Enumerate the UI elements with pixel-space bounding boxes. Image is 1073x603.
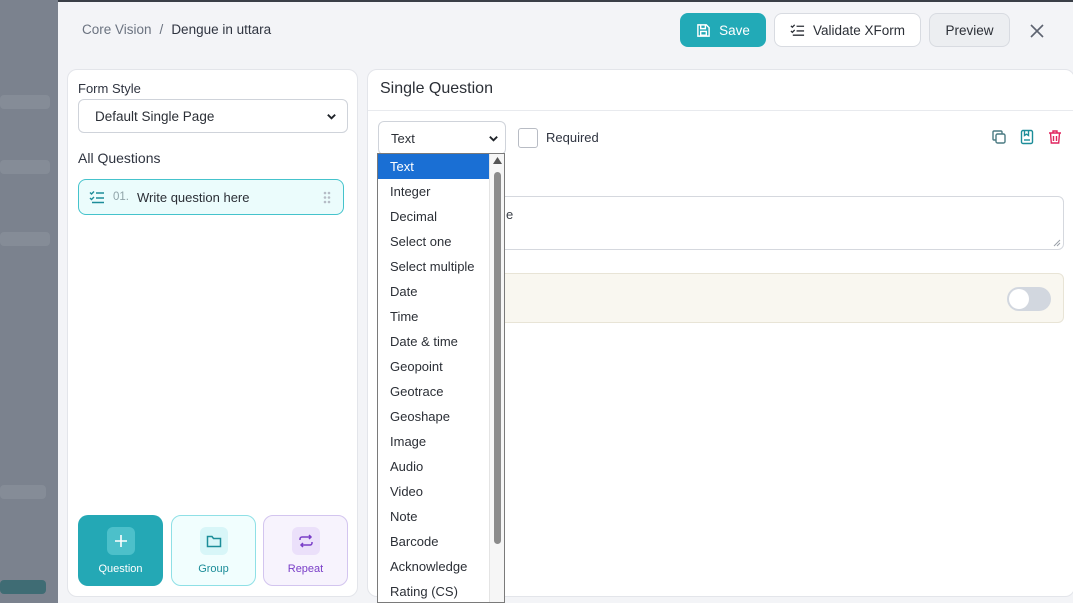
panel-title: Single Question — [380, 80, 493, 97]
backdrop-blur-row — [0, 485, 46, 499]
breadcrumb-parent[interactable]: Core Vision — [82, 22, 152, 37]
add-question-label: Question — [98, 562, 143, 575]
validate-xform-button[interactable]: Validate XForm — [774, 13, 921, 47]
dropdown-option[interactable]: Image — [378, 429, 490, 454]
question-list-item[interactable]: 01. Write question here — [78, 179, 344, 215]
trash-icon[interactable] — [1047, 129, 1063, 145]
checklist-icon — [790, 24, 805, 36]
dropdown-scrollbar[interactable] — [489, 154, 504, 602]
chevron-down-icon — [327, 114, 336, 120]
chevron-down-icon — [489, 136, 498, 142]
resize-handle-icon[interactable] — [1053, 239, 1061, 247]
dropdown-options: Text Integer Decimal Select one Select multi… — [378, 154, 504, 602]
dropdown-option[interactable]: Select one — [378, 229, 490, 254]
folder-icon — [199, 526, 228, 555]
close-icon[interactable] — [1026, 20, 1048, 42]
dropdown-option[interactable]: Audio — [378, 454, 490, 479]
question-type-select[interactable]: Text — [378, 121, 506, 155]
dropdown-option[interactable]: Date & time — [378, 329, 490, 354]
toggle-switch[interactable] — [1007, 287, 1051, 311]
divider — [368, 110, 1073, 111]
dropdown-option[interactable]: Barcode — [378, 529, 490, 554]
add-group-button[interactable]: Group — [171, 515, 256, 586]
backdrop-blur-row — [0, 580, 46, 594]
dropdown-option[interactable]: Video — [378, 479, 490, 504]
scrollbar-thumb[interactable] — [494, 172, 501, 544]
copy-icon[interactable] — [991, 129, 1007, 145]
dropdown-option[interactable]: Time — [378, 304, 490, 329]
required-checkbox[interactable] — [518, 128, 538, 148]
checklist-icon — [89, 191, 104, 204]
add-repeat-button[interactable]: Repeat — [263, 515, 348, 586]
question-type-value: Text — [391, 130, 415, 146]
backdrop-blur-row — [0, 232, 50, 246]
dropdown-option[interactable]: Acknowledge — [378, 554, 490, 579]
toggle-knob — [1009, 289, 1029, 309]
save-button[interactable]: Save — [680, 13, 766, 47]
validate-label: Validate XForm — [812, 22, 906, 38]
breadcrumb-separator: / — [159, 22, 164, 37]
save-icon[interactable] — [1019, 129, 1035, 145]
breadcrumb: Core Vision / Dengue in uttara — [82, 22, 271, 37]
background-overlay[interactable] — [0, 0, 58, 603]
form-builder-modal: Core Vision / Dengue in uttara Save Vali… — [58, 0, 1073, 603]
backdrop-blur-row — [0, 160, 50, 174]
dropdown-option[interactable]: Geoshape — [378, 404, 490, 429]
add-group-label: Group — [198, 562, 229, 575]
form-style-select[interactable]: Default Single Page — [78, 99, 348, 133]
question-number: 01. — [113, 191, 129, 203]
form-style-value: Default Single Page — [95, 108, 215, 124]
question-text: Write question here — [137, 189, 250, 205]
form-style-label: Form Style — [78, 81, 141, 96]
add-question-button[interactable]: Question — [78, 515, 163, 586]
dropdown-option[interactable]: Decimal — [378, 204, 490, 229]
preview-button[interactable]: Preview — [929, 13, 1010, 47]
all-questions-label: All Questions — [78, 150, 161, 166]
backdrop-blur-row — [0, 95, 50, 109]
dropdown-option[interactable]: Note — [378, 504, 490, 529]
save-icon — [697, 23, 710, 37]
required-label: Required — [546, 130, 599, 145]
save-label: Save — [719, 22, 750, 38]
repeat-icon — [291, 526, 320, 555]
scroll-up-arrow-icon[interactable] — [493, 157, 502, 164]
modal-header: Core Vision / Dengue in uttara Save Vali… — [58, 2, 1073, 60]
drag-handle-icon[interactable] — [323, 191, 331, 204]
add-repeat-label: Repeat — [287, 562, 324, 575]
breadcrumb-current: Dengue in uttara — [171, 22, 272, 37]
question-type-dropdown[interactable]: Text Integer Decimal Select one Select multi… — [377, 153, 505, 603]
dropdown-option[interactable]: Select multiple — [378, 254, 490, 279]
dropdown-option[interactable]: Text — [378, 154, 490, 179]
dropdown-option[interactable]: Geotrace — [378, 379, 490, 404]
dropdown-option[interactable]: Geopoint — [378, 354, 490, 379]
dropdown-option[interactable]: Integer — [378, 179, 490, 204]
preview-label: Preview — [945, 22, 994, 38]
questions-sidebar: Form Style Default Single Page All Quest… — [67, 69, 358, 597]
question-text-value: e — [506, 207, 514, 222]
plus-icon — [106, 526, 135, 555]
dropdown-option[interactable]: Date — [378, 279, 490, 304]
dropdown-option[interactable]: Rating (CS) — [378, 579, 490, 602]
